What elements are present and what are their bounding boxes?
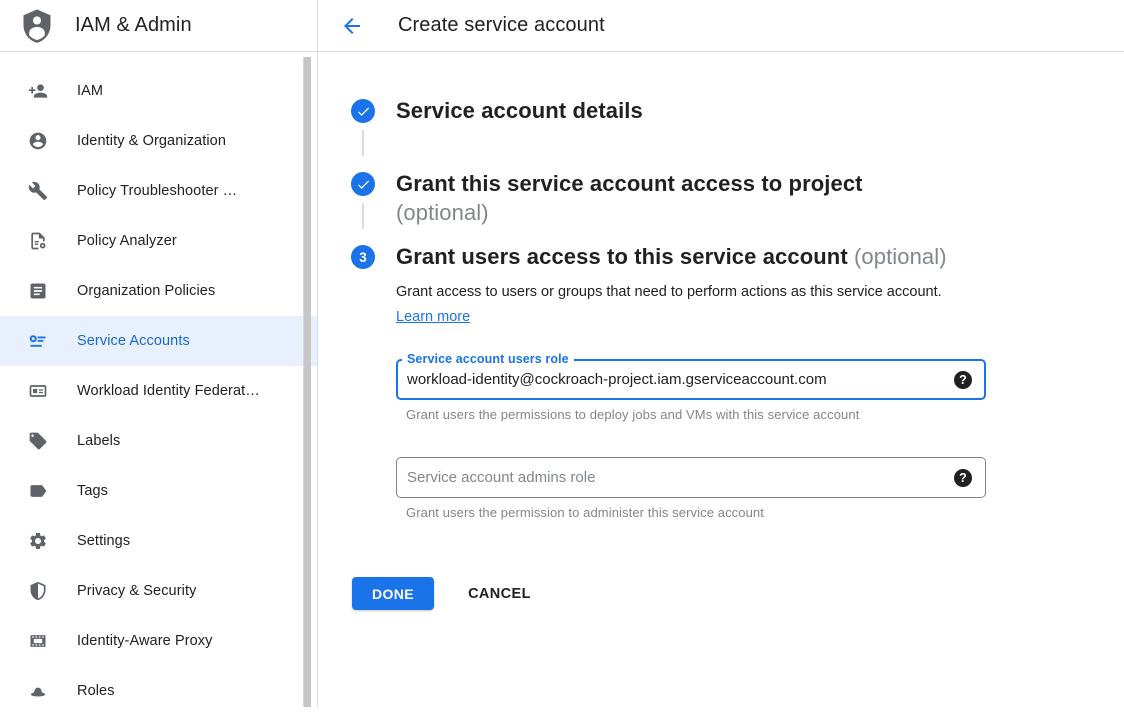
learn-more-link[interactable]: Learn more [396, 309, 470, 325]
done-button[interactable]: DONE [352, 577, 434, 610]
users-role-helper-text: Grant users the permissions to deploy jo… [406, 407, 986, 422]
sidebar-item-tags[interactable]: Tags [0, 466, 317, 516]
admins-role-helper-text: Grant users the permission to administer… [406, 505, 986, 520]
sidebar-item-iam[interactable]: IAM [0, 66, 317, 116]
sidebar-scrollbar[interactable] [303, 57, 311, 707]
sidebar-item-label: Organization Policies [77, 283, 215, 299]
sidebar-item-service-accounts[interactable]: Service Accounts [0, 316, 317, 366]
sidebar-item-label: IAM [77, 83, 103, 99]
wrench-icon [28, 181, 48, 201]
sidebar-item-label: Settings [77, 533, 130, 549]
tag-arrow-icon [28, 481, 48, 501]
sidebar-item-policy-troubleshooter[interactable]: Policy Troubleshooter … [0, 166, 317, 216]
service-account-users-role-input[interactable] [407, 371, 944, 388]
sidebar-item-label: Labels [77, 433, 120, 449]
step-1-complete-check-icon [351, 99, 375, 123]
sidebar-item-label: Policy Troubleshooter … [77, 183, 237, 199]
main-panel: Create service account Service account d… [318, 0, 1124, 707]
page-title: Create service account [398, 14, 605, 37]
sidebar-item-settings[interactable]: Settings [0, 516, 317, 566]
sidebar-item-workload-identity-federation[interactable]: Workload Identity Federat… [0, 366, 317, 416]
help-icon[interactable] [954, 371, 972, 389]
grant-users-form: Service account users role Grant users t… [396, 359, 986, 520]
step-2-grant-access-to-project: Grant this service account access to pro… [351, 169, 1104, 229]
step-1-title: Service account details [396, 96, 643, 125]
step-3-title: Grant users access to this service accou… [396, 244, 848, 269]
step-3-description: Grant access to users or groups that nee… [396, 280, 954, 330]
hat-icon [28, 681, 48, 701]
sidebar-item-identity-aware-proxy[interactable]: Identity-Aware Proxy [0, 616, 317, 666]
label-tag-icon [28, 431, 48, 451]
account-circle-icon [28, 131, 48, 151]
service-account-key-icon [28, 331, 48, 351]
help-icon[interactable] [954, 469, 972, 487]
id-card-icon [28, 381, 48, 401]
admins-role-field-group: Grant users the permission to administer… [396, 457, 986, 520]
sidebar-item-privacy-security[interactable]: Privacy & Security [0, 566, 317, 616]
product-title: IAM & Admin [75, 14, 192, 37]
page-header: Create service account [318, 0, 1124, 52]
sidebar-item-label: Privacy & Security [77, 583, 196, 599]
sidebar-item-label: Tags [77, 483, 108, 499]
sidebar-item-labels[interactable]: Labels [0, 416, 317, 466]
step-connector [362, 203, 364, 229]
proxy-icon [28, 631, 48, 651]
sidebar-item-policy-analyzer[interactable]: Policy Analyzer [0, 216, 317, 266]
step-2-optional-label: (optional) [396, 198, 863, 227]
users-role-field-box: Service account users role [396, 359, 986, 400]
sidebar-item-label: Identity & Organization [77, 133, 226, 149]
step-connector [362, 130, 364, 156]
sidebar-item-label: Identity-Aware Proxy [77, 633, 213, 649]
sidebar-item-label: Roles [77, 683, 115, 699]
users-role-field-label: Service account users role [402, 352, 574, 367]
gear-icon [28, 531, 48, 551]
sidebar-item-label: Service Accounts [77, 333, 190, 349]
sidebar-item-identity-organization[interactable]: Identity & Organization [0, 116, 317, 166]
sidebar-header: IAM & Admin [0, 0, 317, 52]
step-3-number-badge: 3 [351, 245, 375, 269]
step-3-grant-users-access: 3 Grant users access to this service acc… [351, 242, 1104, 520]
sidebar-item-label: Workload Identity Federat… [77, 383, 260, 399]
users-role-field-group: Service account users role Grant users t… [396, 359, 986, 422]
step-2-title: Grant this service account access to pro… [396, 171, 863, 196]
stepper-content: Service account details Grant this servi… [318, 52, 1124, 610]
sidebar-item-roles[interactable]: Roles [0, 666, 317, 716]
admins-role-field-box [396, 457, 986, 498]
service-account-admins-role-input[interactable] [407, 469, 944, 486]
shield-icon [28, 581, 48, 601]
sidebar: IAM & Admin IAM Identity & Organization … [0, 0, 318, 707]
policy-analyzer-icon [28, 231, 48, 251]
sidebar-nav: IAM Identity & Organization Policy Troub… [0, 52, 317, 716]
step-2-complete-check-icon [351, 172, 375, 196]
back-arrow-icon[interactable] [340, 14, 364, 38]
cancel-button[interactable]: CANCEL [468, 586, 531, 602]
step-1-service-account-details: Service account details [351, 96, 1104, 156]
sidebar-item-organization-policies[interactable]: Organization Policies [0, 266, 317, 316]
step-3-optional-label: (optional) [854, 244, 947, 269]
article-icon [28, 281, 48, 301]
sidebar-item-label: Policy Analyzer [77, 233, 177, 249]
person-add-icon [28, 81, 48, 101]
iam-admin-shield-icon [18, 6, 56, 46]
form-actions: DONE CANCEL [352, 577, 1104, 610]
